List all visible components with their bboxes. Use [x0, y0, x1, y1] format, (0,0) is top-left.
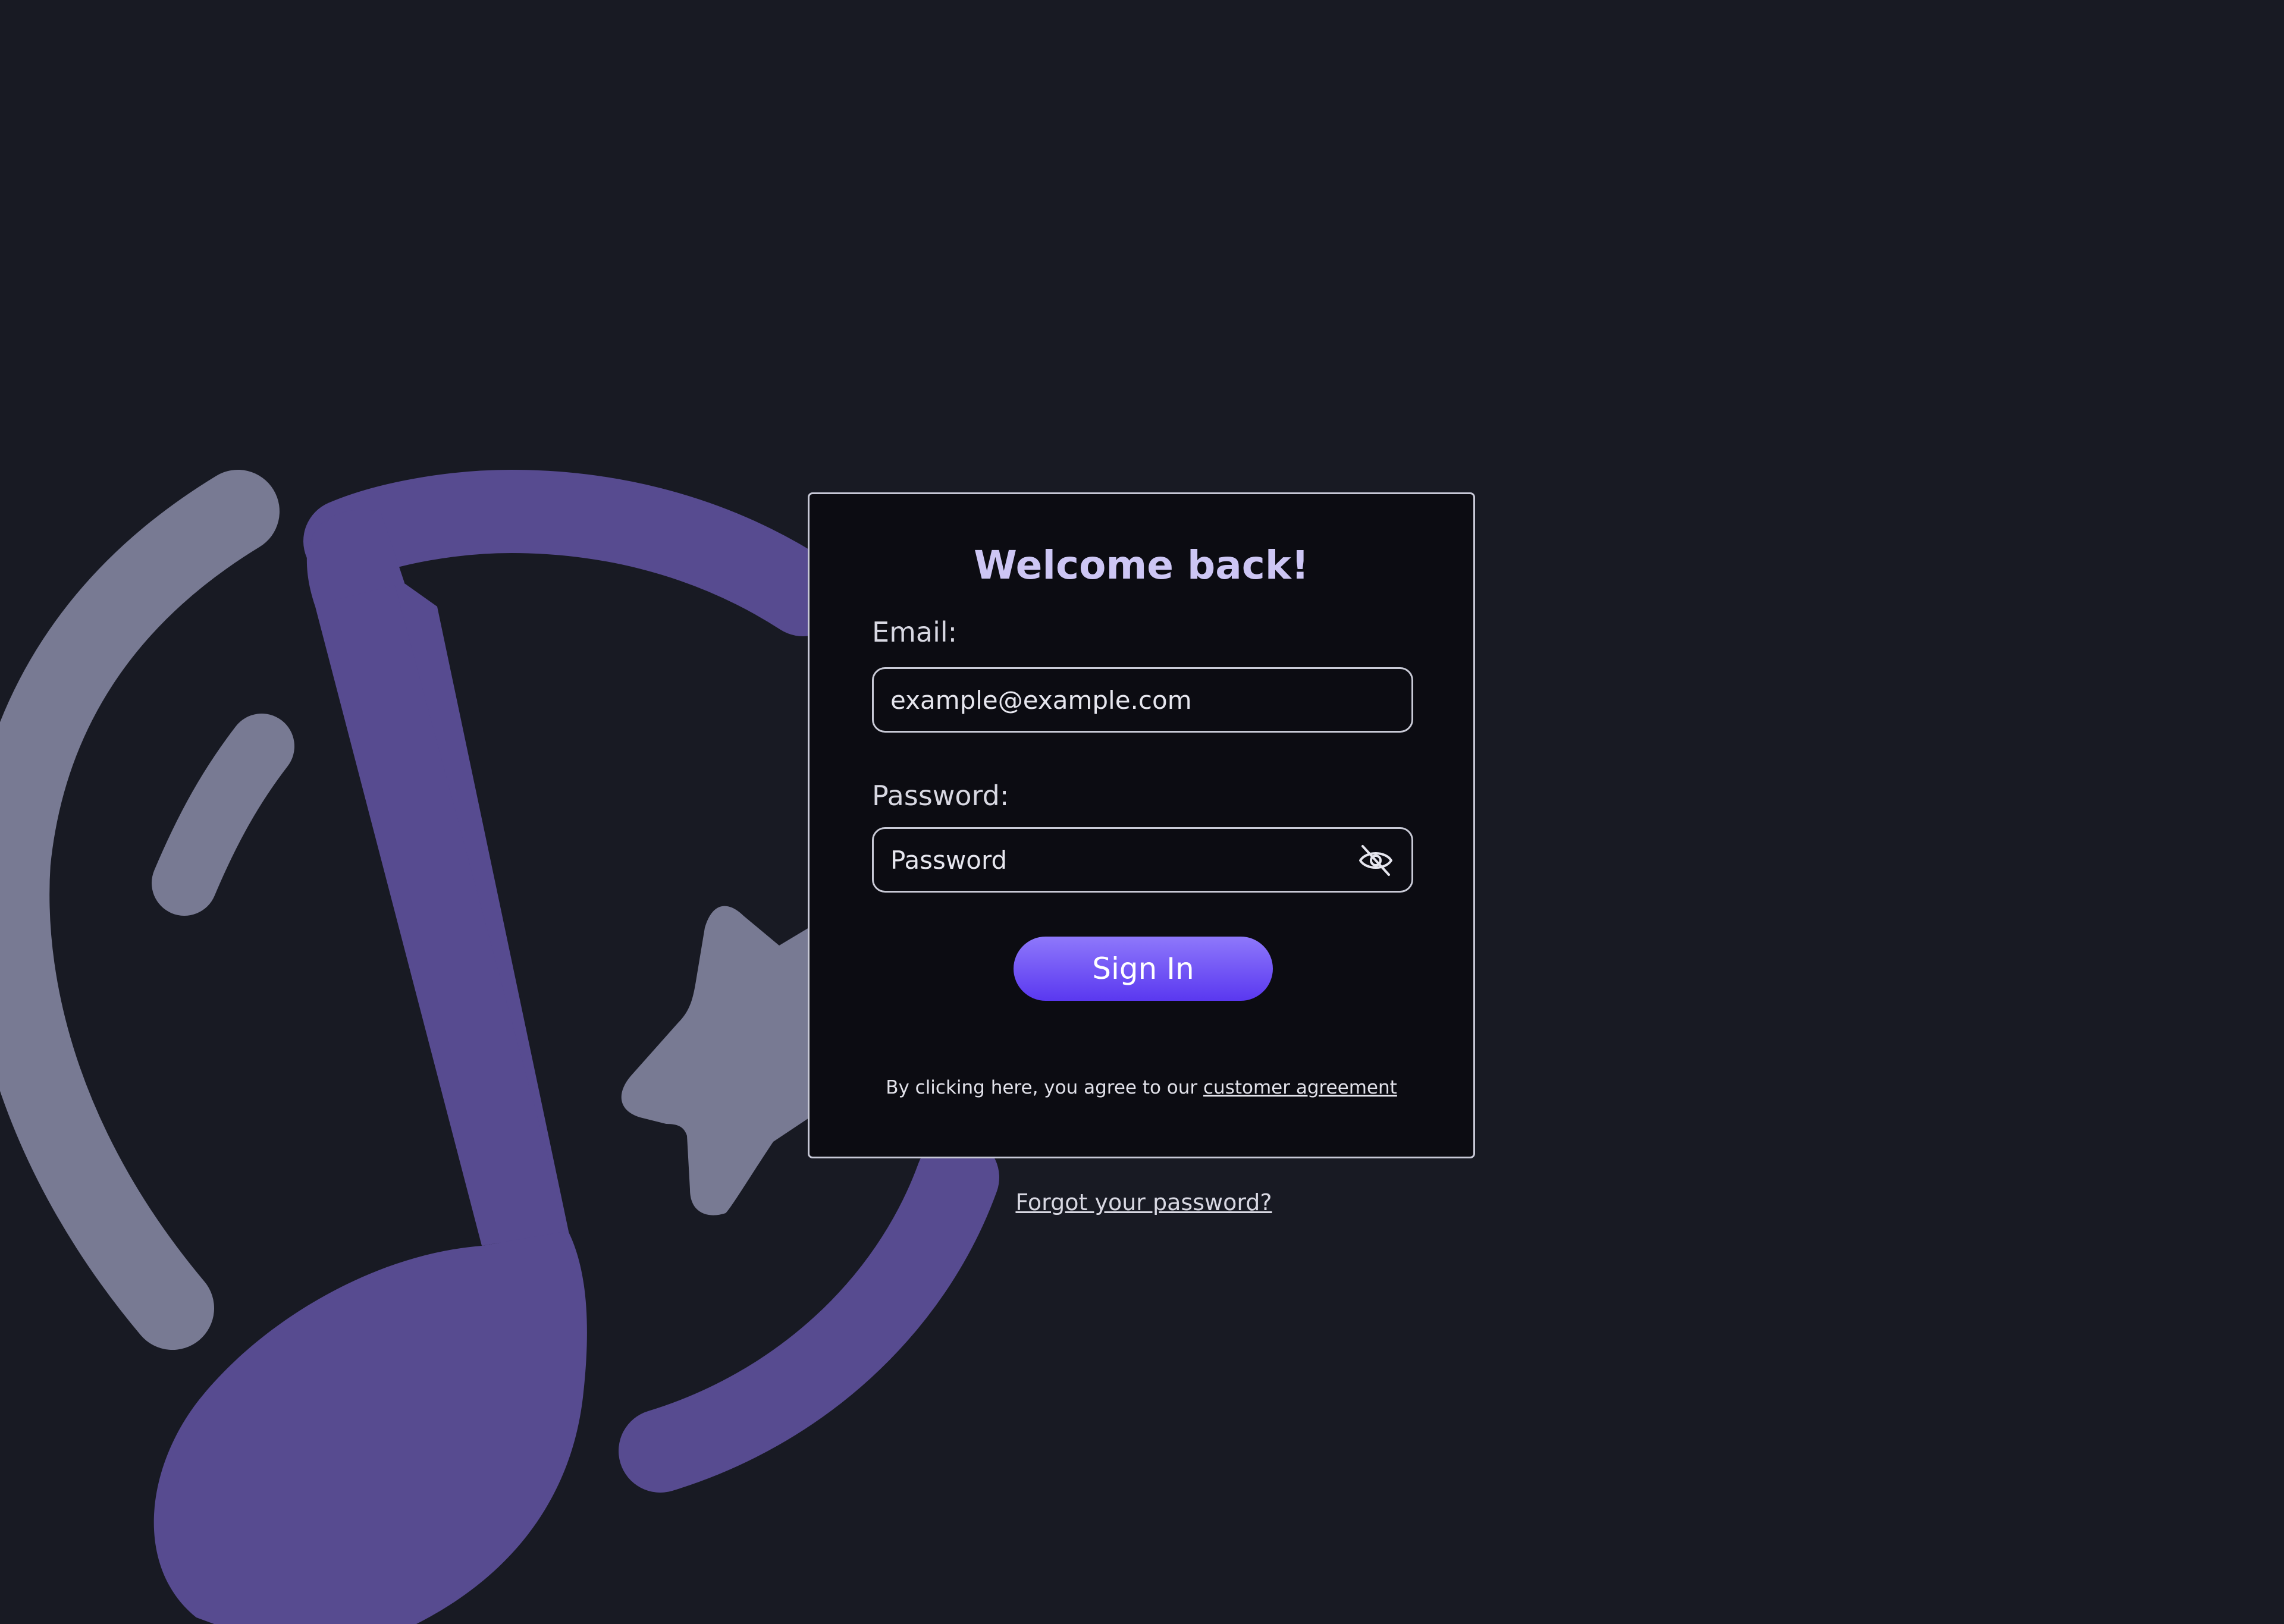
sign-in-button[interactable]: Sign In	[1014, 937, 1273, 1001]
forgot-password-link[interactable]: Forgot your password?	[927, 1189, 1361, 1217]
agreement-note: By clicking here, you agree to our custo…	[810, 1077, 1473, 1099]
page-title: Welcome back!	[974, 542, 1309, 588]
star-shape	[621, 906, 809, 1215]
email-field-box	[872, 667, 1413, 733]
email-input[interactable]	[890, 669, 1360, 731]
email-label: Email:	[872, 616, 958, 648]
customer-agreement-link[interactable]: customer agreement	[1203, 1077, 1397, 1098]
password-input[interactable]	[890, 829, 1360, 891]
sound-wave-arc-inner	[152, 714, 294, 916]
login-card: Welcome back! Email: Password: Sign In B…	[808, 492, 1475, 1158]
eye-off-icon[interactable]	[1358, 844, 1394, 877]
password-field-box	[872, 827, 1413, 893]
agreement-text: By clicking here, you agree to our	[886, 1077, 1204, 1098]
password-label: Password:	[872, 780, 1009, 812]
sound-wave-arc-outer	[0, 470, 280, 1350]
music-note-head	[153, 1231, 587, 1624]
